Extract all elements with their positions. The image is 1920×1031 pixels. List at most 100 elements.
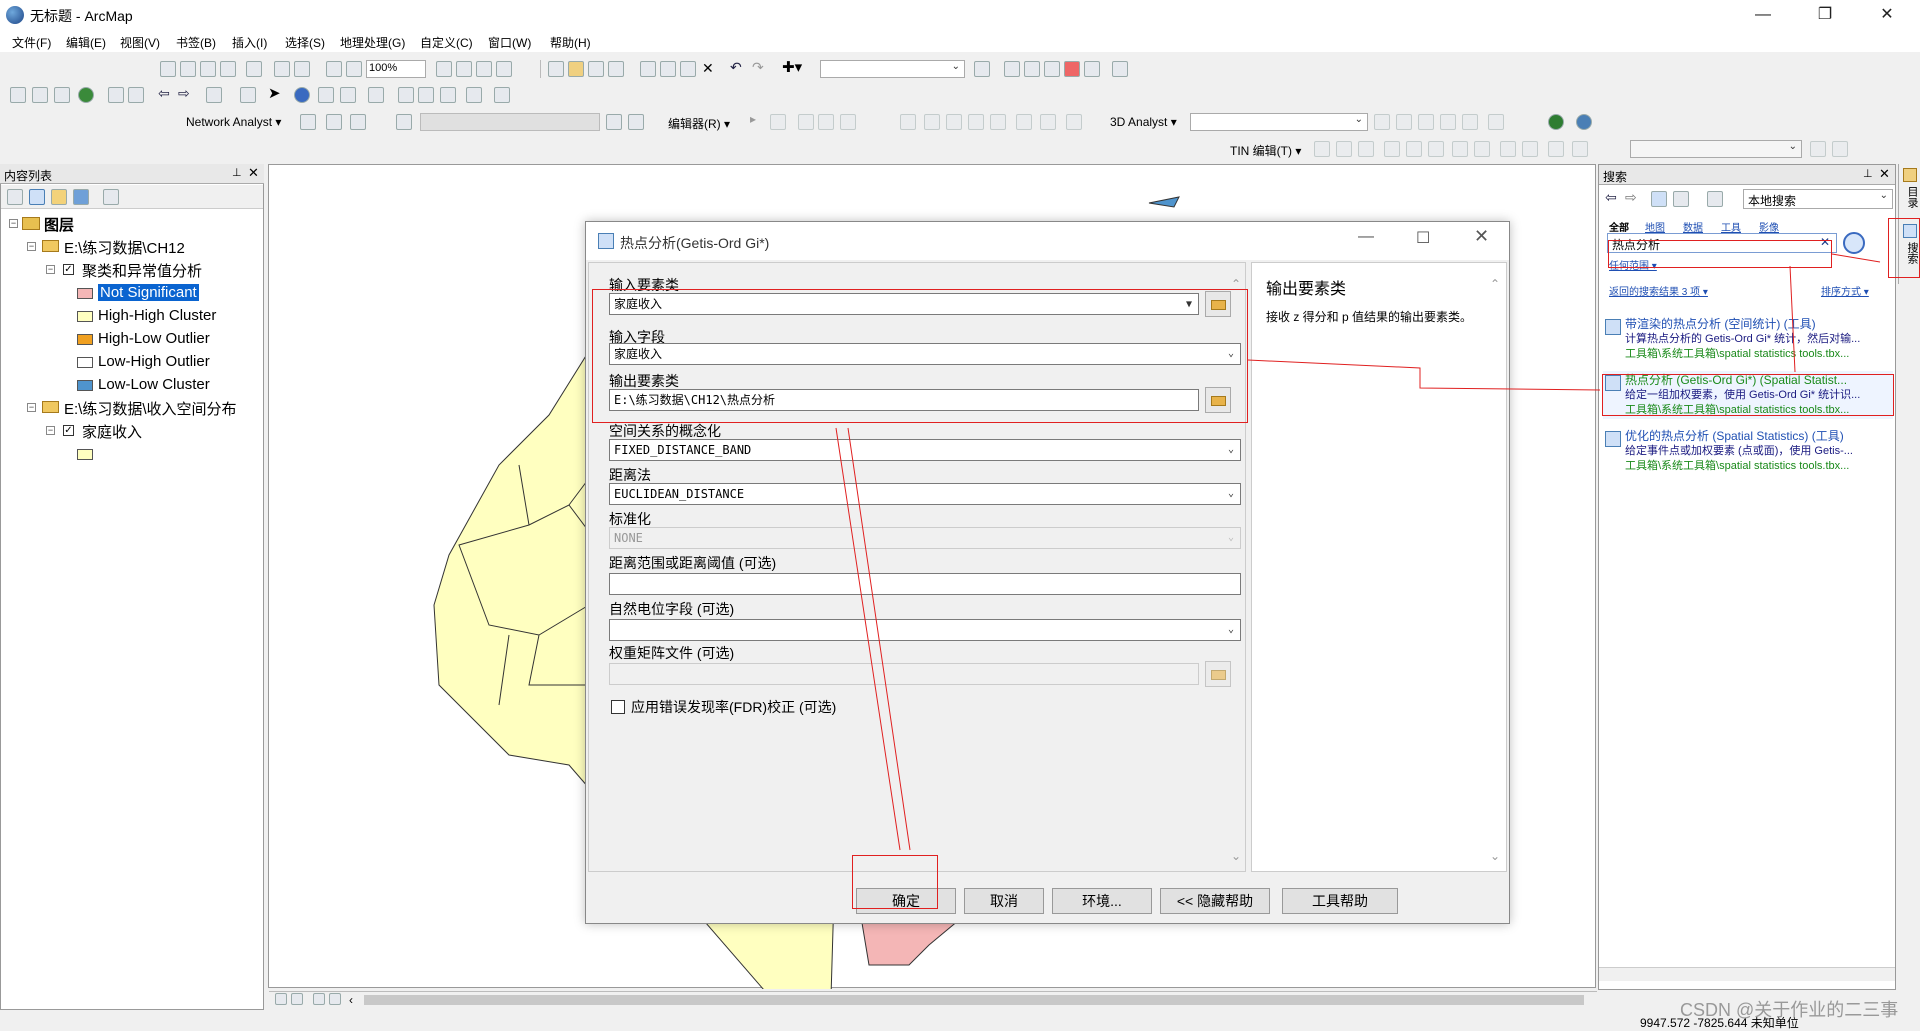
layout-icon[interactable] [274, 61, 290, 77]
search-result[interactable]: 带渲染的热点分析 (空间统计) (工具) 计算热点分析的 Getis-Ord G… [1603, 315, 1893, 367]
zoom-combo[interactable]: 100% [366, 60, 426, 78]
list-by-source-icon[interactable] [29, 189, 45, 205]
binoculars-icon[interactable] [476, 61, 492, 77]
paste-icon[interactable] [680, 61, 696, 77]
pan-hand-icon[interactable] [54, 87, 70, 103]
georef-icon-2[interactable] [180, 61, 196, 77]
self-potential-combo[interactable]: ⌄ [609, 619, 1241, 641]
maximize-button[interactable]: ❐ [1802, 0, 1848, 30]
tab-maps[interactable]: 地图 [1645, 219, 1665, 234]
legend-swatch[interactable] [77, 380, 93, 391]
tin-tag-icon[interactable] [1500, 141, 1516, 157]
arcglobe-icon[interactable] [1576, 114, 1592, 130]
scroll-down-icon[interactable]: ⌄ [1231, 849, 1241, 863]
distance-method-combo[interactable]: EUCLIDEAN_DISTANCE ⌄ [609, 483, 1241, 505]
edit-tool-icon[interactable]: ▸ [750, 112, 756, 126]
sort-by[interactable]: 排序方式 ▾ [1821, 283, 1869, 298]
legend-item-label[interactable]: High-Low Outlier [98, 330, 210, 347]
legend-swatch[interactable] [77, 311, 93, 322]
menu-help[interactable]: 帮助(H) [550, 34, 591, 51]
contour-icon[interactable] [1374, 114, 1390, 130]
standardization-combo[interactable]: NONE ⌄ [609, 527, 1241, 549]
edit-annotation-icon[interactable] [770, 114, 786, 130]
toc-layer-cluster-outlier[interactable]: 聚类和异常值分析 [82, 260, 202, 281]
data-view-icon[interactable] [436, 61, 452, 77]
redo-icon[interactable]: ↷ [752, 59, 764, 76]
network-icon-b[interactable] [628, 114, 644, 130]
layout-view-icon[interactable] [456, 61, 472, 77]
network-analyst-menu[interactable]: Network Analyst ▾ [186, 115, 281, 129]
new-icon[interactable] [548, 61, 564, 77]
minimize-button[interactable]: — [1358, 228, 1374, 246]
network-icon-a[interactable] [606, 114, 622, 130]
georef-icon[interactable] [160, 61, 176, 77]
close-button[interactable]: ✕ [1474, 226, 1489, 247]
tin-tool-icon-2[interactable] [1572, 141, 1588, 157]
network-locations-icon[interactable] [326, 114, 342, 130]
search-scope-combo[interactable]: 本地搜索 ⌄ [1743, 189, 1893, 209]
add-data-icon[interactable]: ✚▾ [782, 58, 802, 76]
georef-icon-3[interactable] [200, 61, 216, 77]
legend-item-label[interactable]: High-High Cluster [98, 307, 216, 324]
tin-edit-menu[interactable]: TIN 编辑(T) ▾ [1230, 142, 1301, 159]
menu-customize[interactable]: 自定义(C) [420, 34, 473, 51]
layer-visibility-checkbox[interactable]: ✓ [63, 425, 74, 436]
tin-swap-edge-icon[interactable] [1428, 141, 1444, 157]
trace-icon[interactable] [818, 114, 834, 130]
legend-item-label[interactable]: Not Significant [98, 284, 199, 301]
steepest-path-icon[interactable] [1396, 114, 1412, 130]
forward-icon[interactable]: ⇨ [1625, 189, 1637, 206]
copy-icon[interactable] [660, 61, 676, 77]
toc-window-icon[interactable] [1004, 61, 1020, 77]
minimize-button[interactable]: — [1740, 0, 1786, 30]
full-extent-icon[interactable] [78, 87, 94, 103]
zoom-in-icon[interactable] [10, 87, 26, 103]
legend-swatch[interactable] [77, 357, 93, 368]
scroll-down-icon[interactable]: ⌄ [1490, 849, 1500, 863]
network-window-icon[interactable] [300, 114, 316, 130]
tin-delete-edge-icon[interactable] [1406, 141, 1422, 157]
maximize-button[interactable]: ☐ [1416, 228, 1430, 248]
fdr-checkbox[interactable] [611, 700, 625, 714]
select-elements-icon[interactable]: ➤ [268, 84, 281, 102]
html-popup-icon[interactable] [340, 87, 356, 103]
network-solve-icon[interactable] [350, 114, 366, 130]
legend-swatch[interactable] [77, 288, 93, 299]
attributes-icon[interactable] [1016, 114, 1032, 130]
network-directions-icon[interactable] [396, 114, 412, 130]
editor-menu[interactable]: 编辑器(R) ▾ [668, 115, 730, 132]
list-by-visibility-icon[interactable] [51, 189, 67, 205]
menu-insert[interactable]: 插入(I) [232, 34, 267, 51]
zoom-page-icon[interactable] [326, 61, 342, 77]
python-window-icon[interactable] [1084, 61, 1100, 77]
arctoolbox-icon[interactable] [1064, 61, 1080, 77]
pin-icon[interactable]: ⊥ [232, 166, 242, 179]
catalog-tab-icon[interactable] [1903, 168, 1917, 182]
3d-layer-combo[interactable]: ⌄ [1190, 113, 1368, 131]
tin-delete-node-icon[interactable] [1384, 141, 1400, 157]
forward-extent-icon[interactable]: ⇨ [178, 85, 190, 102]
tin-add-node-icon[interactable] [1314, 141, 1330, 157]
refresh-view-icon[interactable] [313, 993, 325, 1005]
browse-weights-button[interactable] [1205, 661, 1231, 687]
hide-help-button[interactable]: << 隐藏帮助 [1160, 888, 1270, 914]
layers-root[interactable]: 图层 [44, 214, 74, 235]
find-route-icon[interactable] [418, 87, 434, 103]
cancel-button[interactable]: 取消 [964, 888, 1044, 914]
straight-segment-icon[interactable] [798, 114, 814, 130]
menu-windows[interactable]: 窗口(W) [488, 34, 531, 51]
arcscene-icon[interactable] [1548, 114, 1564, 130]
legend-item-label[interactable]: Low-High Outlier [98, 353, 210, 370]
zoom-page-icon-2[interactable] [346, 61, 362, 77]
home-icon[interactable] [1651, 191, 1667, 207]
tab-all[interactable]: 全部 [1609, 219, 1629, 234]
menu-edit[interactable]: 编辑(E) [66, 34, 106, 51]
list-by-drawing-order-icon[interactable] [7, 189, 23, 205]
list-by-selection-icon[interactable] [73, 189, 89, 205]
time-slider-icon[interactable] [466, 87, 482, 103]
menu-view[interactable]: 视图(V) [120, 34, 160, 51]
edit-vertices-icon[interactable] [900, 114, 916, 130]
menu-file[interactable]: 文件(F) [12, 34, 51, 51]
tab-tools[interactable]: 工具 [1721, 219, 1741, 234]
close-icon[interactable]: ✕ [248, 165, 259, 181]
